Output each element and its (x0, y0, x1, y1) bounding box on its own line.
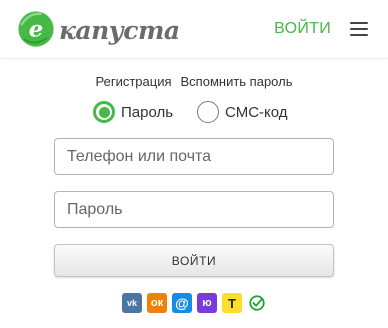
login-field (54, 138, 334, 175)
radio-checked-dot (98, 106, 110, 118)
auth-links: Регистрация Вспомнить пароль (0, 74, 388, 89)
menu-line (350, 22, 368, 24)
login-submit-button[interactable]: ВОЙТИ (54, 244, 334, 277)
radio-sms[interactable]: СМС-код (197, 101, 288, 123)
odnoklassniki-icon[interactable]: ок (147, 293, 167, 313)
mail-ru-icon[interactable]: @ (172, 293, 192, 313)
radio-password-label: Пароль (121, 103, 174, 121)
sber-logo-icon (249, 295, 265, 311)
radio-password-button[interactable] (93, 101, 115, 123)
hamburger-menu-icon[interactable] (350, 22, 368, 36)
radio-sms-label: СМС-код (225, 103, 288, 121)
vk-icon[interactable]: vk (122, 293, 142, 313)
radio-password[interactable]: Пароль (93, 101, 173, 123)
radio-sms-button[interactable] (197, 101, 220, 123)
cabbage-logo-icon: e (18, 11, 54, 47)
social-login-icons: vk ок @ ю Т (122, 293, 267, 313)
sber-id-icon[interactable] (247, 293, 267, 313)
password-input[interactable] (55, 192, 333, 227)
header-login-link[interactable]: ВОЙТИ (274, 20, 331, 38)
menu-line (350, 28, 368, 30)
password-field (54, 191, 334, 228)
login-mode-radio-group: Пароль СМС-код (93, 101, 288, 123)
logo[interactable]: e капуста (17, 10, 180, 48)
yoomoney-icon[interactable]: ю (197, 293, 217, 313)
logo-letter: e (29, 17, 44, 43)
register-link[interactable]: Регистрация (96, 74, 172, 89)
logo-text: капуста (59, 15, 180, 45)
forgot-password-link[interactable]: Вспомнить пароль (181, 74, 293, 89)
tinkoff-icon[interactable]: Т (222, 293, 242, 313)
phone-or-email-input[interactable] (55, 139, 333, 174)
menu-line (350, 34, 368, 36)
site-header: e капуста ВОЙТИ (0, 0, 388, 59)
